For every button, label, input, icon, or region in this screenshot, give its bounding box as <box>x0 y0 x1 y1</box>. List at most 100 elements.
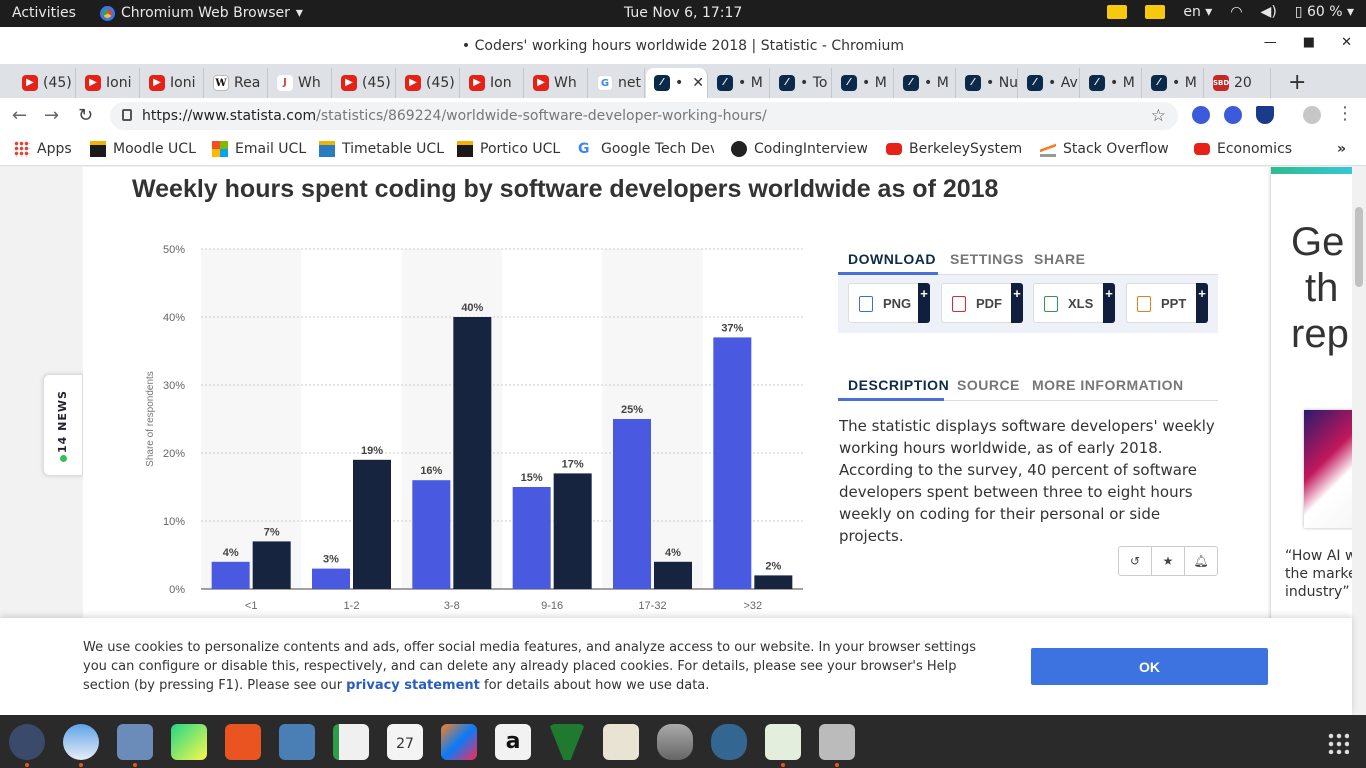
close-icon[interactable]: ✕ <box>1341 35 1352 50</box>
vim-icon[interactable] <box>549 724 585 760</box>
tab-source[interactable]: SOURCE <box>957 377 1020 393</box>
tab[interactable]: ⁄ • Av <box>1019 68 1080 98</box>
folder-icon[interactable] <box>1145 5 1166 19</box>
software-center-icon[interactable] <box>225 724 261 760</box>
reload-icon[interactable]: ↻ <box>78 105 93 126</box>
cookie-ok-button[interactable]: OK <box>1031 648 1268 685</box>
tab[interactable]: ⁄ • M <box>833 68 894 98</box>
thunderbird-icon[interactable] <box>63 724 99 760</box>
tab[interactable]: J Wh <box>269 68 332 98</box>
intellij-icon[interactable] <box>441 724 477 760</box>
plus-icon[interactable]: + <box>1103 283 1115 323</box>
tab[interactable]: ▶ Ion <box>461 68 524 98</box>
pdf-file-icon <box>952 296 966 312</box>
bookmark-berkeley[interactable]: BerkeleySystems <box>886 141 1022 157</box>
system-tray[interactable]: en ▾ ◠ ◀) ▯ 60 % ▾ <box>1107 4 1354 20</box>
spreadsheet-icon[interactable] <box>333 724 369 760</box>
tab[interactable]: ⁄ • M <box>895 68 956 98</box>
bookmark-apps[interactable]: Apps <box>14 141 72 157</box>
bookmark-coding-interview[interactable]: CodingInterview <box>731 141 867 157</box>
back-icon[interactable]: ← <box>12 105 27 126</box>
maximize-icon[interactable]: ■ <box>1303 35 1315 50</box>
tab-more-information[interactable]: MORE INFORMATION <box>1032 377 1184 393</box>
notification-bell-icon[interactable]: 🔔︎ <box>1185 547 1217 575</box>
bookmark-stackoverflow[interactable]: Stack Overflow <box>1040 141 1176 157</box>
app-menu[interactable]: Chromium Web Browser ▾ <box>100 5 303 21</box>
battery-indicator[interactable]: ▯ 60 % ▾ <box>1295 4 1354 20</box>
privacy-statement-link[interactable]: privacy statement <box>346 678 480 693</box>
download-png-button[interactable]: PNG + <box>848 283 930 323</box>
image-viewer-icon[interactable] <box>279 724 315 760</box>
bookmarks-overflow-icon[interactable]: » <box>1337 141 1346 157</box>
tab-share[interactable]: SHARE <box>1034 251 1086 267</box>
bookmark-star-icon[interactable]: ☆ <box>1151 106 1166 126</box>
minimize-icon[interactable]: — <box>1264 35 1277 50</box>
tab[interactable]: ▶ Ioni <box>77 68 140 98</box>
tab-active[interactable]: ⁄ • ✕ <box>646 68 708 98</box>
new-tab-button[interactable]: + <box>1288 70 1306 95</box>
page-scrollbar[interactable] <box>1352 167 1366 715</box>
wifi-icon[interactable]: ◠ <box>1230 4 1242 20</box>
tab[interactable]: ⁄ • M <box>1143 68 1204 98</box>
chromium-icon[interactable] <box>9 724 45 760</box>
screen-icon[interactable] <box>819 724 855 760</box>
tab[interactable]: Gnet <box>589 68 645 98</box>
live-dot-icon <box>60 455 67 462</box>
plus-icon[interactable]: + <box>1011 283 1023 323</box>
scrollbar-thumb[interactable] <box>1355 207 1363 287</box>
activities-button[interactable]: Activities <box>12 5 76 21</box>
volume-icon[interactable]: ◀) <box>1261 4 1277 20</box>
news-tab[interactable]: 14 NEWS <box>43 374 83 476</box>
bookmark-portico[interactable]: Portico UCL <box>457 141 560 157</box>
tab[interactable]: ▶ Ioni <box>141 68 204 98</box>
favorite-star-icon[interactable]: ★ <box>1152 547 1185 575</box>
bookmark-google-tech[interactable]: G Google Tech Dev <box>578 141 714 157</box>
bookmark-moodle[interactable]: Moodle UCL <box>90 141 196 157</box>
bookmark-timetable[interactable]: Timetable UCL <box>319 141 444 157</box>
bookmark-email[interactable]: Email UCL <box>212 141 306 157</box>
files-icon[interactable] <box>117 724 153 760</box>
tab[interactable]: ⁄ • M <box>709 68 770 98</box>
png-file-icon <box>859 296 873 312</box>
tab[interactable]: ▶ Wh <box>525 68 588 98</box>
text-editor-icon[interactable] <box>603 724 639 760</box>
download-ppt-button[interactable]: PPT + <box>1126 283 1208 323</box>
history-icon[interactable]: ↺ <box>1119 547 1152 575</box>
tab[interactable]: ⁄ • M <box>1081 68 1142 98</box>
close-tab-icon[interactable]: ✕ <box>692 75 704 91</box>
tab[interactable]: ▶ (45) <box>397 68 460 98</box>
chart-tool-icon[interactable] <box>765 724 801 760</box>
address-bar[interactable]: https://www.statista.com/statistics/8692… <box>110 102 1178 130</box>
tab[interactable]: SBD 20 <box>1205 68 1271 98</box>
download-xls-button[interactable]: XLS + <box>1033 283 1115 323</box>
forward-icon[interactable]: → <box>44 105 59 126</box>
language-indicator[interactable]: en ▾ <box>1183 4 1212 20</box>
tab[interactable]: ⁄ • Nu <box>957 68 1018 98</box>
pycharm-icon[interactable] <box>171 724 207 760</box>
tab[interactable]: ▶ (45) <box>333 68 396 98</box>
profile-avatar-icon[interactable] <box>1303 106 1321 124</box>
folder-icon[interactable] <box>1107 5 1128 19</box>
shield-icon[interactable] <box>1256 106 1274 124</box>
menu-kebab-icon[interactable]: ⋮ <box>1336 103 1354 124</box>
puzzle-icon[interactable] <box>1192 106 1210 124</box>
puzzle-icon[interactable] <box>1224 106 1242 124</box>
tab[interactable]: ⁄ • To <box>771 68 832 98</box>
download-pdf-button[interactable]: PDF + <box>941 283 1023 323</box>
url-text[interactable]: https://www.statista.com/statistics/8692… <box>142 108 767 124</box>
tab[interactable]: W Rea <box>205 68 268 98</box>
clock[interactable]: Tue Nov 6, 17:17 <box>624 5 742 21</box>
amazon-icon[interactable]: a <box>495 724 531 760</box>
show-apps-icon[interactable] <box>1327 732 1349 754</box>
plus-icon[interactable]: + <box>918 283 930 323</box>
tab[interactable]: ▶ (45) <box>14 68 76 98</box>
database-icon[interactable] <box>657 724 693 760</box>
tab-settings[interactable]: SETTINGS <box>950 251 1024 267</box>
tab-description[interactable]: DESCRIPTION <box>848 377 949 393</box>
calendar-icon[interactable]: 27 <box>387 724 423 760</box>
bookmark-economics[interactable]: Economics <box>1194 141 1292 157</box>
plus-icon[interactable]: + <box>1196 283 1208 323</box>
postgresql-icon[interactable] <box>711 724 747 760</box>
tab-download[interactable]: DOWNLOAD <box>848 251 936 267</box>
lock-icon[interactable] <box>122 109 132 121</box>
